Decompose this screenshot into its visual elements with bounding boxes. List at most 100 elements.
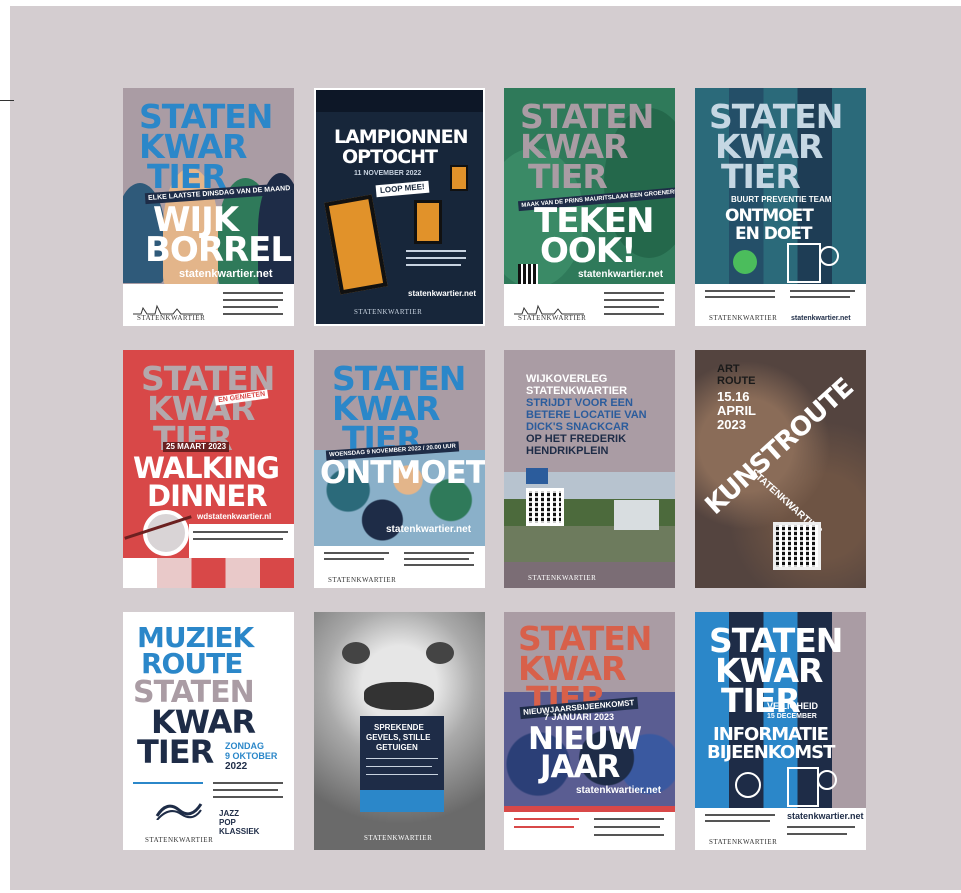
poster-url: statenkwartier.net	[576, 785, 662, 796]
poster-url: statenkwartier.net	[386, 524, 472, 535]
brand-logo: STATENKWARTIER	[137, 314, 206, 322]
poster-teken-ook: STATEN KWAR TIER MAAK VAN DE PRINS MAURI…	[504, 88, 675, 326]
genre-label: KLASSIEK	[219, 827, 260, 836]
poster-veiligheid: STATEN KWAR TIER VEILIGHEID 15 DECEMBER …	[695, 612, 866, 850]
sculpture-eye	[426, 642, 454, 664]
brand-logo: STATENKWARTIER	[518, 314, 587, 322]
headline-line: ROUTE	[141, 647, 243, 680]
poster-url: statenkwartier.net	[408, 289, 477, 298]
poster-walking-dinner: STATEN KWAR TIER EN GENIETEN 25 MAART 20…	[123, 350, 294, 588]
qr-code-icon	[518, 264, 538, 284]
poster-tagline: VEILIGHEID	[767, 701, 819, 711]
event-date: 9 OKTOBER	[225, 751, 278, 761]
skyline-silhouette	[316, 90, 483, 112]
poster-url: statenkwartier.net	[179, 268, 273, 280]
brand-logo: STATENKWARTIER	[364, 834, 433, 842]
genre-label: JAZZ	[219, 809, 239, 818]
brand-logo: STATENKWARTIER	[709, 838, 778, 846]
poster-tagline: BUURT PREVENTIE TEAM	[731, 195, 832, 204]
event-date: 11 NOVEMBER 2022	[354, 170, 422, 177]
headline-line: TIER	[137, 733, 214, 771]
poster-title: BORREL	[145, 230, 292, 270]
headline-line: HENDRIKPLEIN	[526, 445, 609, 457]
snackcar-photo	[614, 500, 659, 530]
headline-line: OP HET FREDERIK	[526, 433, 627, 445]
headline-line: ART	[717, 363, 740, 375]
lantern-icon	[324, 194, 388, 295]
headline-line: STRIJDT VOOR EEN	[526, 397, 633, 409]
headline-line: GETUIGEN	[376, 743, 418, 752]
poster-title: ONTMOET	[725, 206, 814, 226]
poster-nieuwjaar: STATEN KWAR TIER NIEUWJAARSBIJEENKOMST 7…	[504, 612, 675, 850]
sculpture-mouth	[364, 682, 434, 710]
qr-code-icon	[773, 522, 821, 570]
sponsor-strip	[123, 558, 294, 588]
headline-line: BETERE LOCATIE VAN	[526, 409, 647, 421]
building-icon	[787, 243, 821, 283]
poster-footer: STATENKWARTIER	[504, 284, 675, 326]
music-wave-icon	[155, 803, 203, 820]
poster-footer: STATENKWARTIER	[504, 562, 675, 588]
poster-collage: STATEN KWAR TIER ELKE LAATSTE DINSDAG VA…	[0, 0, 961, 893]
info-tag	[526, 468, 548, 484]
poster-title: DINNER	[147, 479, 268, 513]
poster-url: statenkwartier.net	[787, 811, 864, 821]
poster-footer: STATENKWARTIER statenkwartier.net	[695, 284, 866, 326]
lantern-icon	[450, 165, 468, 191]
whatsapp-icon	[735, 772, 761, 798]
poster-url: wdstatenkwartier.nl	[197, 512, 272, 521]
poster-title: EN DOET	[735, 224, 813, 244]
event-date: 15 DECEMBER	[767, 713, 817, 720]
building-icon	[787, 767, 819, 807]
event-date: ZONDAG	[225, 741, 264, 751]
headline-line: TIER	[528, 157, 608, 196]
sculpture-eye	[342, 642, 370, 664]
poster-sprekende-gevels: SPREKENDE GEVELS, STILLE GETUIGEN STATEN…	[314, 612, 485, 850]
whatsapp-icon	[733, 250, 757, 274]
event-date: 15.16	[717, 389, 750, 404]
poster-footer	[504, 806, 675, 850]
brand-logo: STATENKWARTIER	[354, 308, 423, 316]
poster-footer: statenkwartier.net STATENKWARTIER	[695, 808, 866, 850]
poster-lampionnen: LAMPIONNEN OPTOCHT 11 NOVEMBER 2022 LOOP…	[314, 88, 485, 326]
magnifier-icon	[817, 770, 837, 790]
poster-footer: STATENKWARTIER	[123, 284, 294, 326]
headline-line: ROUTE	[717, 375, 756, 387]
poster-footer: STATENKWARTIER	[314, 546, 485, 588]
poster-ontmoet: STATEN KWAR TIER WOENSDAG 9 NOVEMBER 202…	[314, 350, 485, 588]
poster-wijkborrel: STATEN KWAR TIER ELKE LAATSTE DINSDAG VA…	[123, 88, 294, 326]
poster-muziekroute: MUZIEK ROUTE STATEN KWAR TIER ZONDAG 9 O…	[123, 612, 294, 850]
poster-title: LAMPIONNEN	[334, 126, 469, 148]
headline-line: STATENKWARTIER	[526, 385, 628, 397]
headline-line: DICK'S SNACKCAR	[526, 421, 629, 433]
brand-logo: STATENKWARTIER	[145, 836, 214, 844]
event-badge: LOOP MEE!	[375, 180, 430, 198]
genre-label: POP	[219, 818, 236, 827]
headline-line: TIER	[721, 157, 801, 196]
event-date: APRIL	[717, 403, 756, 418]
event-date: 2023	[717, 417, 746, 432]
headline-line: WIJKOVERLEG	[526, 373, 608, 385]
info-box	[189, 524, 294, 558]
poster-wijkoverleg: WIJKOVERLEG STATENKWARTIER STRIJDT VOOR …	[504, 350, 675, 588]
lantern-icon	[414, 200, 442, 244]
event-date: 2022	[225, 761, 248, 772]
poster-title: ONTMOET	[320, 455, 485, 491]
poster-title: BIJEENKOMST	[707, 742, 835, 763]
brand-logo: STATENKWARTIER	[528, 574, 597, 582]
poster-title: JAAR	[540, 749, 620, 785]
poster-kunstroute: ART ROUTE 15.16 APRIL 2023 KUNSTROUTE ST…	[695, 350, 866, 588]
brand-logo: STATENKWARTIER	[709, 314, 778, 322]
poster-title: OOK!	[540, 231, 637, 271]
magnifier-icon	[819, 246, 839, 266]
brand-logo: STATENKWARTIER	[328, 576, 397, 584]
headline-line: GEVELS, STILLE	[366, 733, 431, 742]
poster-buurtpreventie: STATEN KWAR TIER BUURT PREVENTIE TEAM ON…	[695, 88, 866, 326]
poster-title: OPTOCHT	[342, 146, 438, 168]
poster-url: statenkwartier.net	[791, 315, 851, 322]
qr-code-icon	[526, 488, 564, 526]
poster-url: statenkwartier.net	[578, 269, 664, 280]
info-box	[360, 790, 444, 812]
crop-mark	[0, 100, 14, 101]
headline-line: SPREKENDE	[374, 723, 424, 732]
